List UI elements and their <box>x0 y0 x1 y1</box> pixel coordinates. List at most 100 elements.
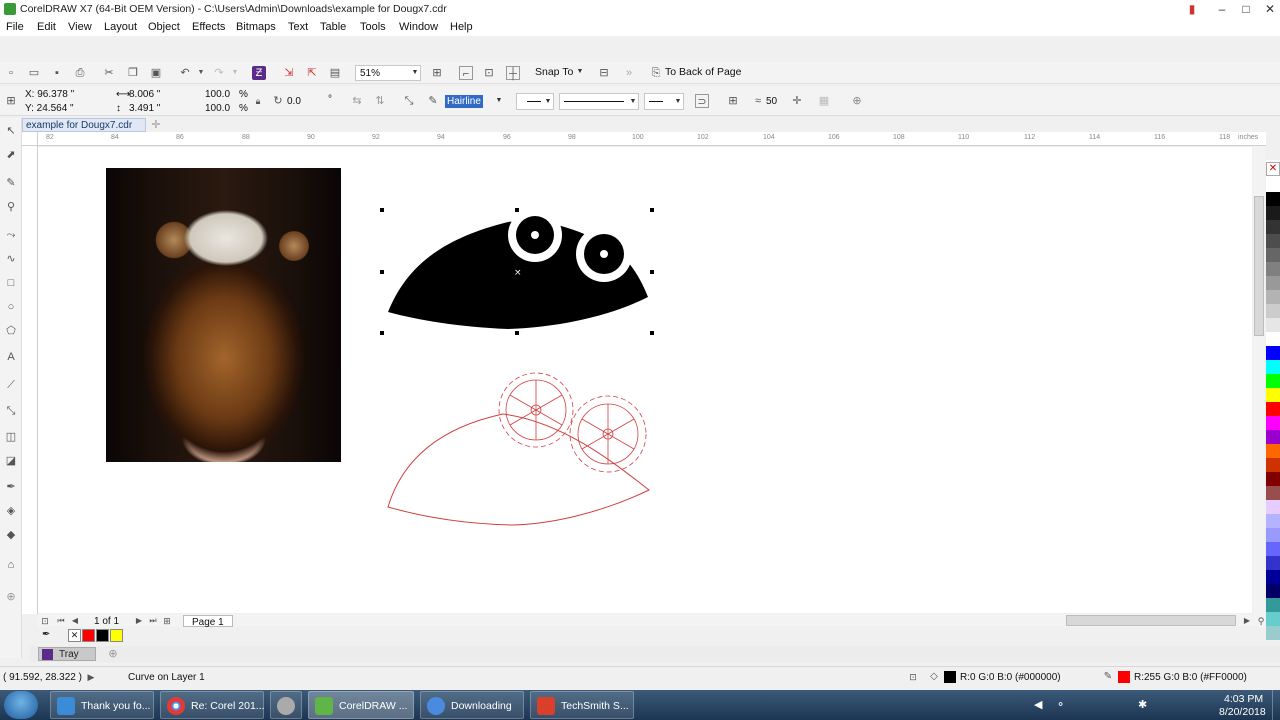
palette-swatch[interactable] <box>1266 192 1280 206</box>
ellipse-tool-icon[interactable]: ○ <box>4 300 18 314</box>
palette-swatch[interactable] <box>1266 528 1280 542</box>
zoom-dropdown-icon[interactable]: ▼ <box>410 69 420 76</box>
palette-swatch[interactable] <box>1266 472 1280 486</box>
to-back-of-page-icon[interactable]: ⎘ <box>649 66 663 80</box>
to-back-of-page-button[interactable]: To Back of Page <box>665 66 741 79</box>
start-arrowhead-dropdown-icon[interactable]: ▼ <box>543 98 553 105</box>
start-button[interactable] <box>4 691 38 719</box>
rotation-angle-field[interactable]: 0.0 <box>287 95 301 108</box>
taskbar-item-ie[interactable]: Thank you fo... <box>50 691 154 719</box>
bluetooth-icon[interactable]: ✱ <box>1138 698 1147 711</box>
outline-width-field[interactable]: Hairline ▼ <box>444 94 504 109</box>
close-curve-icon[interactable]: ⊞ <box>726 94 740 108</box>
next-page-button[interactable]: ▶ <box>132 614 146 628</box>
palette-swatch[interactable] <box>1266 374 1280 388</box>
palette-swatch[interactable] <box>1266 304 1280 318</box>
page-tab[interactable]: Page 1 <box>183 615 233 628</box>
new-tab-icon[interactable]: ✛ <box>149 118 163 132</box>
no-color-swatch[interactable]: ✕ <box>1266 162 1280 176</box>
vertical-scrollbar[interactable] <box>1253 146 1265 614</box>
palette-swatch[interactable] <box>1266 598 1280 612</box>
wrap-text-icon[interactable]: ▦ <box>817 94 831 108</box>
open-icon[interactable]: ▭ <box>27 66 41 80</box>
show-desktop-button[interactable] <box>1272 690 1280 720</box>
mirror-vertical-icon[interactable]: ⇅ <box>373 94 387 108</box>
palette-swatch[interactable] <box>1266 178 1280 192</box>
publish-pdf-icon[interactable]: ▤ <box>328 66 342 80</box>
palette-swatch[interactable] <box>1266 248 1280 262</box>
taskbar-item-techsmith[interactable]: TechSmith S... <box>530 691 634 719</box>
menu-view[interactable]: View <box>68 21 92 33</box>
menu-tools[interactable]: Tools <box>360 21 386 33</box>
close-button[interactable]: ✕ <box>1258 0 1280 18</box>
interactive-fill-tool-icon[interactable]: ◈ <box>4 504 18 518</box>
end-arrowhead-selector[interactable]: ▼ <box>644 93 684 110</box>
more-icon[interactable]: » <box>622 66 636 80</box>
vertical-scroll-thumb[interactable] <box>1254 196 1264 336</box>
line-style-dropdown-icon[interactable]: ▼ <box>628 98 638 105</box>
x-position-field[interactable]: X: 96.378 " <box>25 88 74 101</box>
search-content-icon[interactable]: Ƶ <box>252 66 266 80</box>
crop-tool-icon[interactable]: ✎ <box>4 176 18 190</box>
menu-table[interactable]: Table <box>320 21 346 33</box>
outline-tool-icon[interactable]: ⌂ <box>4 558 18 572</box>
horizontal-ruler[interactable]: 82 84 86 88 90 92 94 96 98 100 102 104 1… <box>38 132 1266 146</box>
cut-icon[interactable]: ✂ <box>102 66 116 80</box>
clock-date[interactable]: 8/20/2018 <box>1219 706 1266 718</box>
eyedropper-icon[interactable]: ✒ <box>42 629 50 640</box>
ruler-corner[interactable] <box>22 132 38 146</box>
freehand-tool-icon[interactable]: ⤳ <box>4 228 18 242</box>
horizontal-scrollbar[interactable]: ▶ ⚲ <box>652 614 1266 627</box>
paste-icon[interactable]: ▣ <box>149 66 163 80</box>
palette-swatch[interactable] <box>1266 290 1280 304</box>
redo-icon[interactable]: ↷ <box>212 66 226 80</box>
palette-swatch[interactable] <box>1266 220 1280 234</box>
maximize-button[interactable]: □ <box>1234 0 1258 18</box>
menu-help[interactable]: Help <box>450 21 473 33</box>
parallel-dimension-tool-icon[interactable]: ⟋ <box>4 378 18 392</box>
taskbar-item-coreldraw[interactable]: CorelDRAW ... <box>308 691 414 719</box>
document-tab[interactable]: example for Dougx7.cdr <box>22 118 146 132</box>
fill-color-swatch[interactable] <box>944 671 956 683</box>
smart-fill-tool-icon[interactable]: ◆ <box>4 528 18 542</box>
rectangle-tool-icon[interactable]: □ <box>4 276 18 290</box>
undo-dropdown-icon[interactable]: ▼ <box>194 66 208 80</box>
menu-window[interactable]: Window <box>399 21 438 33</box>
add-icon[interactable]: ⊕ <box>850 94 864 108</box>
scale-x-field[interactable]: 100.0 <box>205 88 230 101</box>
taskbar-item-downloading[interactable]: Downloading <box>420 691 524 719</box>
palette-swatch[interactable] <box>1266 444 1280 458</box>
add-page-icon[interactable]: ⊞ <box>160 614 174 628</box>
curve-smoothing-field[interactable]: 50 <box>766 95 777 108</box>
undo-icon[interactable]: ↶ <box>178 66 192 80</box>
menu-layout[interactable]: Layout <box>104 21 137 33</box>
text-tool-icon[interactable]: A <box>4 350 18 364</box>
line-style-selector[interactable]: ▼ <box>559 93 639 110</box>
artistic-media-tool-icon[interactable]: ∿ <box>4 252 18 266</box>
palette-swatch[interactable] <box>1266 402 1280 416</box>
taskbar-item-app[interactable] <box>270 691 302 719</box>
scale-y-field[interactable]: 100.0 <box>205 102 230 115</box>
color-proofing-icon[interactable]: ⊡ <box>906 670 920 684</box>
shape-tool-icon[interactable]: ⬈ <box>4 148 18 162</box>
menu-file[interactable]: File <box>6 21 24 33</box>
zoom-tool-icon[interactable]: ⚲ <box>4 200 18 214</box>
snap-to-dropdown[interactable]: Snap To <box>535 66 573 79</box>
drawing-canvas[interactable]: × ↖ <box>38 147 1252 613</box>
black-swatch[interactable] <box>96 629 109 642</box>
palette-swatch[interactable] <box>1266 542 1280 556</box>
palette-swatch[interactable] <box>1266 514 1280 528</box>
help-flag-icon[interactable]: ▮ <box>1180 0 1204 18</box>
palette-swatch[interactable] <box>1266 332 1280 346</box>
outline-pen-icon[interactable]: ✎ <box>426 94 440 108</box>
scroll-right-button[interactable]: ▶ <box>1240 614 1254 628</box>
outline-width-dropdown-icon[interactable]: ▼ <box>494 97 504 104</box>
outline-color-swatch[interactable] <box>1118 671 1130 683</box>
end-arrowhead-dropdown-icon[interactable]: ▼ <box>673 98 683 105</box>
show-grid-icon[interactable]: ⊡ <box>482 66 496 80</box>
start-arrowhead-selector[interactable]: ▼ <box>516 93 554 110</box>
menu-effects[interactable]: Effects <box>192 21 225 33</box>
print-icon[interactable]: ⎙ <box>73 66 87 80</box>
red-swatch[interactable] <box>82 629 95 642</box>
palette-swatch[interactable] <box>1266 626 1280 640</box>
